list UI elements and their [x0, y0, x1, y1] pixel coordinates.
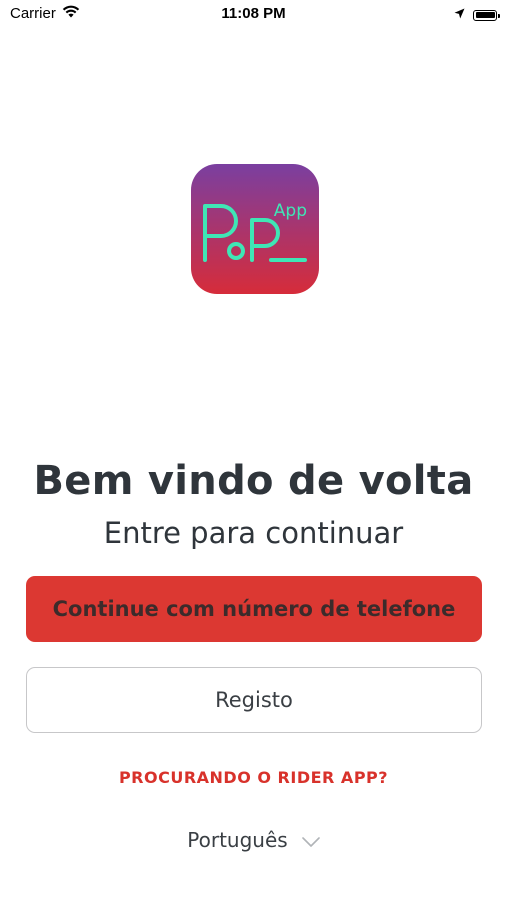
status-right — [454, 6, 500, 24]
language-selector[interactable]: Português — [0, 828, 507, 852]
continue-with-phone-button[interactable]: Continue com número de telefone — [26, 576, 482, 642]
rider-app-link[interactable]: PROCURANDO O RIDER APP? — [0, 768, 507, 787]
status-time: 11:08 PM — [221, 5, 286, 22]
logo-sub-text: App — [273, 201, 307, 221]
welcome-title: Bem vindo de volta — [33, 458, 474, 504]
welcome-subtitle: Entre para continuar — [103, 516, 404, 550]
register-button[interactable]: Registo — [26, 667, 482, 733]
battery-icon — [473, 9, 500, 21]
logo-mark — [203, 204, 307, 262]
language-label: Português — [187, 828, 288, 852]
battery-fill — [475, 12, 495, 18]
chevron-down-icon — [301, 828, 320, 852]
app-logo: App — [191, 164, 319, 294]
location-arrow-icon — [454, 6, 465, 24]
status-bar: Carrier 11:08 PM — [0, 0, 507, 30]
